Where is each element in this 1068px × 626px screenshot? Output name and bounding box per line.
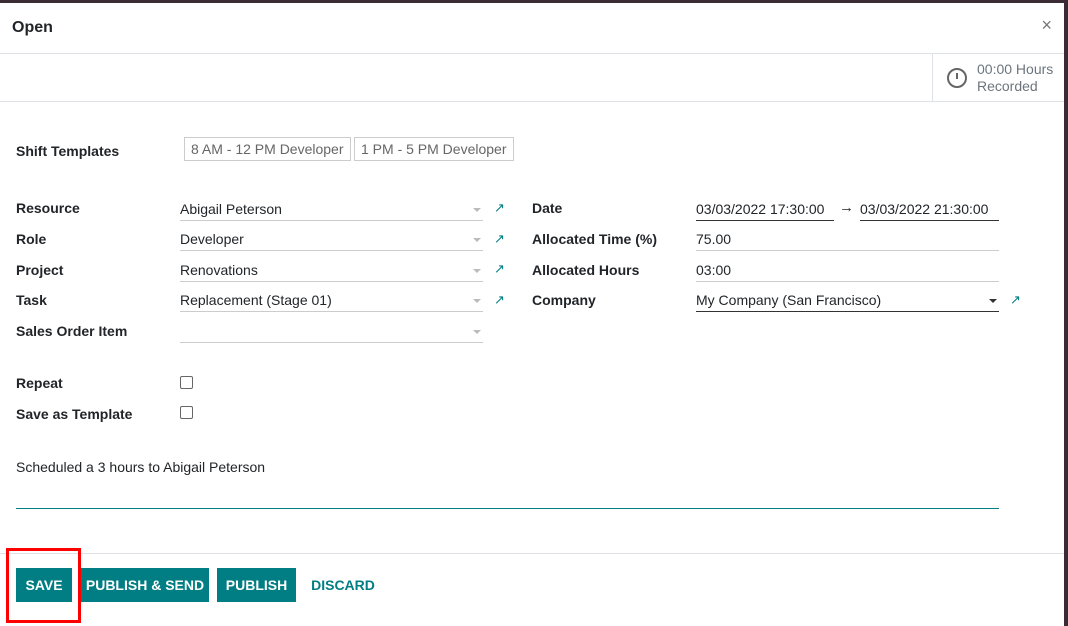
shift-template-button[interactable]: 1 PM - 5 PM Developer — [354, 137, 514, 161]
planning-dialog: Open × 00:00 Hours Recorded — [0, 3, 1064, 626]
discard-button[interactable]: DISCARD — [304, 568, 382, 602]
role-value: Developer — [180, 231, 244, 247]
project-label: Project — [16, 262, 64, 278]
allocated-hours-field[interactable]: 03:00 — [696, 260, 999, 282]
save-template-label: Save as Template — [16, 406, 133, 422]
company-field[interactable]: My Company (San Francisco) — [696, 290, 999, 312]
project-field[interactable]: Renovations — [180, 260, 483, 282]
external-link-icon[interactable]: ↗ — [494, 261, 505, 277]
highlight-box — [6, 548, 81, 623]
repeat-checkbox[interactable] — [180, 376, 193, 389]
project-value: Renovations — [180, 262, 258, 278]
company-value: My Company (San Francisco) — [696, 292, 882, 308]
caret-down-icon — [473, 208, 481, 212]
stat-label: Recorded — [977, 78, 1038, 94]
allocated-hours-label: Allocated Hours — [532, 262, 640, 278]
caret-down-icon — [989, 299, 997, 303]
allocated-time-label: Allocated Time (%) — [532, 231, 657, 247]
company-label: Company — [532, 292, 596, 308]
resource-field[interactable]: Abigail Peterson — [180, 199, 483, 221]
date-start-field[interactable]: 03/03/2022 17:30:00 — [696, 199, 834, 221]
button-box: 00:00 Hours Recorded — [0, 54, 1064, 102]
publish-button[interactable]: PUBLISH — [217, 568, 296, 602]
external-link-icon[interactable]: ↗ — [494, 292, 505, 308]
caret-down-icon — [473, 238, 481, 242]
shift-templates-label: Shift Templates — [16, 143, 120, 159]
publish-send-button[interactable]: PUBLISH & SEND — [81, 568, 209, 602]
caret-down-icon — [473, 299, 481, 303]
sales-order-item-label: Sales Order Item — [16, 323, 128, 339]
task-label: Task — [16, 292, 47, 308]
external-link-icon[interactable]: ↗ — [494, 231, 505, 247]
dialog-header: Open × — [0, 3, 1064, 54]
resource-value: Abigail Peterson — [180, 201, 282, 217]
resource-label: Resource — [16, 200, 80, 216]
role-field[interactable]: Developer — [180, 229, 483, 251]
arrow-right-icon: → — [839, 199, 854, 216]
clock-icon — [947, 68, 967, 88]
external-link-icon[interactable]: ↗ — [1010, 292, 1021, 308]
date-end-field[interactable]: 03/03/2022 21:30:00 — [860, 199, 999, 221]
repeat-label: Repeat — [16, 375, 63, 391]
date-label: Date — [532, 200, 563, 216]
stat-value: 00:00 Hours — [977, 61, 1054, 77]
hours-recorded-button[interactable]: 00:00 Hours Recorded — [932, 54, 1064, 102]
dialog-title: Open — [12, 19, 53, 36]
caret-down-icon — [473, 269, 481, 273]
save-template-checkbox[interactable] — [180, 406, 193, 419]
footer-divider — [0, 553, 1064, 554]
note-field[interactable]: Scheduled a 3 hours to Abigail Peterson — [16, 459, 999, 509]
task-value: Replacement (Stage 01) — [180, 292, 332, 308]
close-icon[interactable]: × — [1041, 15, 1052, 36]
allocated-time-field[interactable]: 75.00 — [696, 229, 999, 251]
role-label: Role — [16, 231, 47, 247]
sales-order-item-field[interactable] — [180, 321, 483, 343]
caret-down-icon — [473, 330, 481, 334]
external-link-icon[interactable]: ↗ — [494, 200, 505, 216]
task-field[interactable]: Replacement (Stage 01) — [180, 290, 483, 312]
shift-template-button[interactable]: 8 AM - 12 PM Developer — [184, 137, 351, 161]
